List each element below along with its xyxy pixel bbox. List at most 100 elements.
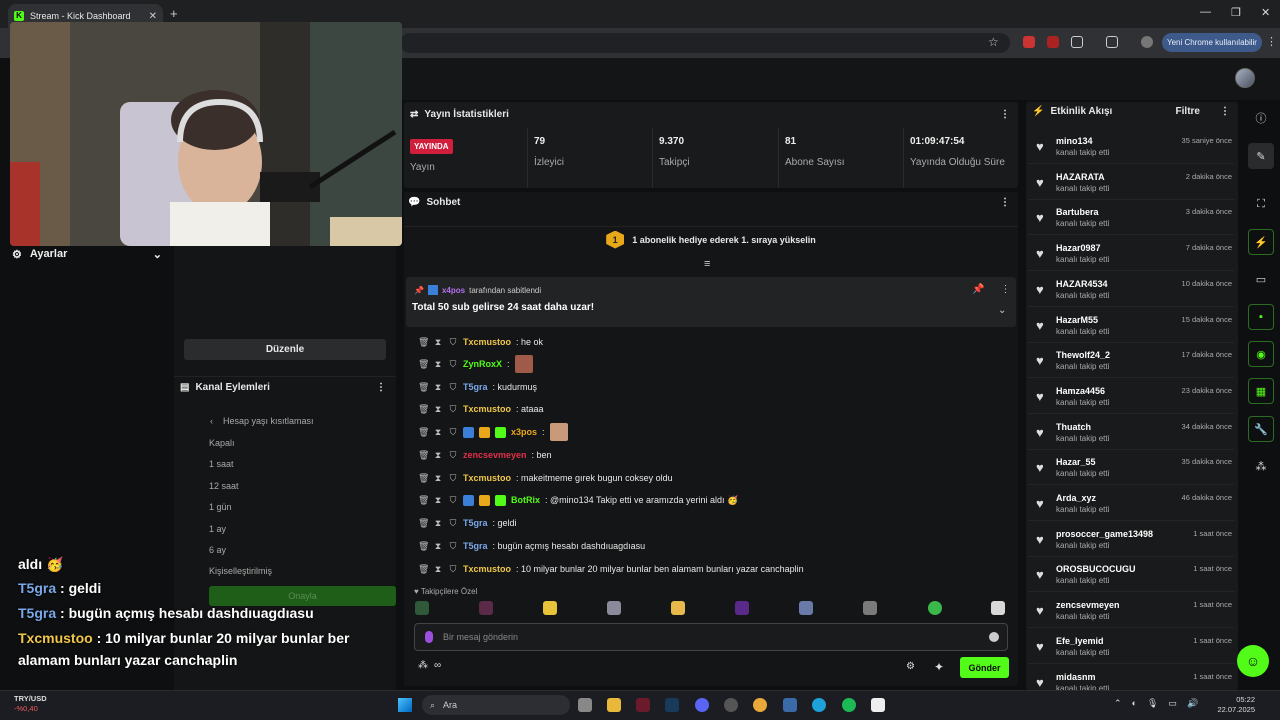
chat-username[interactable]: Txcmustoo xyxy=(463,337,511,347)
broadcast-icon[interactable]: ◉ xyxy=(1248,341,1274,367)
timeout-icon[interactable]: ⧗ xyxy=(433,450,443,461)
unpin-icon[interactable]: 📌 xyxy=(972,284,984,295)
taskbar-clock[interactable]: 05:22 22.07.2025 xyxy=(1213,695,1255,715)
confirm-button[interactable]: Onayla xyxy=(209,586,396,606)
chat-username[interactable]: zencsevmeyen xyxy=(463,450,527,460)
activity-feed-item[interactable]: ♥ Thuatch kanalı takip etti 34 dakika önce xyxy=(1028,416,1234,450)
shield-icon[interactable]: ⛉ xyxy=(448,450,458,461)
account-age-back[interactable]: ‹ Hesap yaşı kısıtlaması xyxy=(210,416,314,426)
media-icon[interactable] xyxy=(1106,36,1118,48)
chat-username[interactable]: T5gra xyxy=(463,518,488,528)
duration-option[interactable]: 6 ay xyxy=(209,545,226,555)
users-icon[interactable]: ⁂ xyxy=(418,660,428,671)
app-icon[interactable] xyxy=(724,698,738,712)
emote-icon[interactable] xyxy=(607,601,621,615)
users-icon[interactable]: ⁂ xyxy=(1248,453,1274,479)
shield-icon[interactable]: ⛉ xyxy=(448,518,458,529)
emote-icon[interactable] xyxy=(671,601,685,615)
network-icon[interactable]: ▭ xyxy=(1168,698,1177,709)
more-options-icon[interactable]: ⋮ xyxy=(1000,109,1010,120)
filter-button[interactable]: Filtre xyxy=(1176,106,1200,117)
more-options-icon[interactable]: ⋮ xyxy=(376,382,386,393)
close-window-button[interactable]: ✕ xyxy=(1261,6,1270,19)
trash-icon[interactable]: 🗑 xyxy=(418,473,429,484)
timeout-icon[interactable]: ⧗ xyxy=(433,359,443,370)
emote-icon[interactable] xyxy=(991,601,1005,615)
address-bar[interactable] xyxy=(400,33,1010,53)
timeout-icon[interactable]: ⧗ xyxy=(433,404,443,415)
activity-feed-item[interactable]: ♥ Arda_xyz kanalı takip etti 46 dakika önce xyxy=(1028,487,1234,521)
trash-icon[interactable]: 🗑 xyxy=(418,541,429,552)
chat-username[interactable]: Txcmustoo xyxy=(463,404,511,414)
file-icon[interactable]: ▭ xyxy=(1248,266,1274,292)
activity-feed-item[interactable]: ♥ Hazar_55 kanalı takip etti 35 dakika önce xyxy=(1028,451,1234,486)
trash-icon[interactable]: 🗑 xyxy=(418,564,429,575)
chat-username[interactable]: Txcmustoo xyxy=(463,473,511,483)
more-options-icon[interactable]: ⋮ xyxy=(1000,284,1010,295)
duration-option[interactable]: 1 gün xyxy=(209,502,232,512)
screen-icon[interactable]: ⛶ xyxy=(1248,191,1274,217)
chat-username[interactable]: x3pos xyxy=(511,427,537,437)
chat-settings-icon[interactable]: ⚙ xyxy=(906,661,915,672)
trash-icon[interactable]: 🗑 xyxy=(418,382,429,393)
chat-username[interactable]: Txcmustoo xyxy=(463,564,511,574)
trash-icon[interactable]: 🗑 xyxy=(418,337,429,348)
shield-icon[interactable]: ⛉ xyxy=(448,359,458,370)
chat-username[interactable]: BotRix xyxy=(511,495,540,505)
shield-icon[interactable]: ⛉ xyxy=(448,382,458,393)
emote-icon[interactable] xyxy=(863,601,877,615)
emoji-icon[interactable] xyxy=(989,632,999,642)
trash-icon[interactable]: 🗑 xyxy=(418,495,429,506)
currency-widget[interactable]: TRY/USD -%0,40 xyxy=(14,694,47,714)
chat-message-input[interactable]: Bir mesaj gönderin xyxy=(414,623,1008,651)
file-explorer-icon[interactable] xyxy=(607,698,621,712)
trash-icon[interactable]: 🗑 xyxy=(418,518,429,529)
chat-username[interactable]: T5gra xyxy=(463,541,488,551)
spotify-icon[interactable] xyxy=(842,698,856,712)
microphone-icon[interactable]: 🎙 xyxy=(1147,698,1158,709)
activity-feed-item[interactable]: ♥ Bartubera kanalı takip etti 3 dakika önce xyxy=(1028,201,1234,236)
trash-icon[interactable]: 🗑 xyxy=(418,450,429,461)
chevron-down-icon[interactable]: ⌄ xyxy=(998,305,1006,316)
extension-icon[interactable]: ✦ xyxy=(934,660,944,674)
app-icon[interactable] xyxy=(871,698,885,712)
activity-feed-item[interactable]: ♥ HAZAR4534 kanalı takip etti 10 dakika önc… xyxy=(1028,273,1234,307)
more-options-icon[interactable]: ⋮ xyxy=(1000,197,1010,208)
taskbar-search[interactable]: ⌕ Ara xyxy=(422,695,570,715)
shield-icon[interactable]: ⛉ xyxy=(448,427,458,438)
new-tab-button[interactable]: + xyxy=(170,6,178,21)
app-tray-icon[interactable]: ◐ xyxy=(1132,698,1137,709)
extensions-puzzle-icon[interactable] xyxy=(1071,36,1083,48)
timeout-icon[interactable]: ⧗ xyxy=(433,337,443,348)
volume-icon[interactable]: 🔊 xyxy=(1187,698,1198,709)
send-button[interactable]: Gönder xyxy=(960,657,1009,678)
chat-icon[interactable]: ▪ xyxy=(1248,304,1274,330)
activity-feed-item[interactable]: ♥ OROSBUCOCUGU kanalı takip etti 1 saat önc… xyxy=(1028,558,1234,593)
extension-icon[interactable] xyxy=(1023,36,1035,48)
discord-icon[interactable] xyxy=(695,698,709,712)
shield-icon[interactable]: ⛉ xyxy=(448,495,458,506)
chat-username[interactable]: T5gra xyxy=(463,382,488,392)
activity-feed-item[interactable]: ♥ Efe_Iyemid kanalı takip etti 1 saat önce xyxy=(1028,630,1234,664)
activity-feed-item[interactable]: ♥ prosoccer_game13498 kanalı takip etti 1 s… xyxy=(1028,523,1234,557)
chrome-menu-icon[interactable]: ⋮ xyxy=(1266,35,1277,48)
edit-button[interactable]: Düzenle xyxy=(184,339,386,360)
gift-leaderboard-banner[interactable]: 1 1 abonelik hediye ederek 1. sıraya yük… xyxy=(404,226,1018,252)
scroll-down-icon[interactable]: ≡ xyxy=(704,258,710,270)
shield-icon[interactable]: ⛉ xyxy=(448,337,458,348)
more-options-icon[interactable]: ⋮ xyxy=(1220,106,1230,117)
timeout-icon[interactable]: ⧗ xyxy=(433,427,443,438)
minimize-button[interactable]: — xyxy=(1200,6,1211,18)
timeout-icon[interactable]: ⧗ xyxy=(433,473,443,484)
duration-option[interactable]: 12 saat xyxy=(209,481,239,491)
activity-feed-item[interactable]: ♥ HazarM55 kanalı takip etti 15 dakika önce xyxy=(1028,309,1234,343)
profile-icon[interactable] xyxy=(1141,36,1153,48)
trash-icon[interactable]: 🗑 xyxy=(418,404,429,415)
app-icon[interactable] xyxy=(636,698,650,712)
infinity-icon[interactable]: ∞ xyxy=(434,660,441,671)
task-view-icon[interactable] xyxy=(578,698,592,712)
duration-option[interactable]: 1 saat xyxy=(209,459,234,469)
timeout-icon[interactable]: ⧗ xyxy=(433,564,443,575)
support-icon[interactable]: ☺ xyxy=(1237,645,1269,677)
wrench-icon[interactable]: 🔧 xyxy=(1248,416,1274,442)
